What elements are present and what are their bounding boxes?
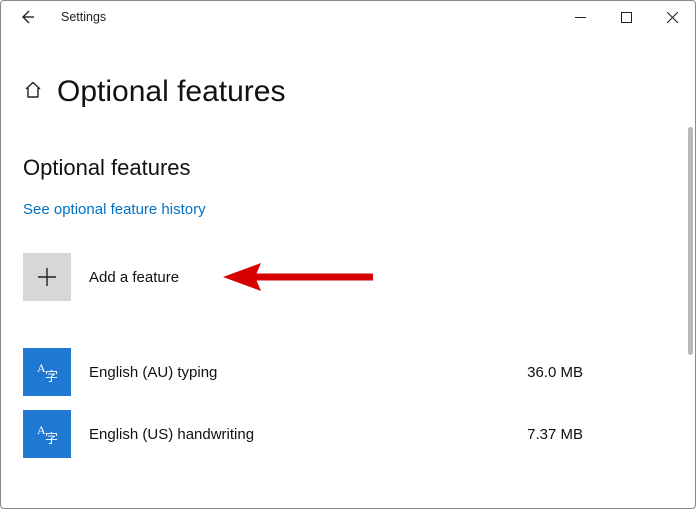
add-feature-label: Add a feature (89, 269, 179, 286)
maximize-icon (621, 12, 632, 23)
close-icon (667, 12, 678, 23)
language-icon: A字 (23, 410, 71, 458)
feature-size: 7.37 MB (527, 426, 583, 443)
maximize-button[interactable] (603, 1, 649, 33)
language-icon: A字 (23, 348, 71, 396)
minimize-icon (575, 12, 586, 23)
close-button[interactable] (649, 1, 695, 33)
section-title: Optional features (23, 155, 673, 181)
feature-item[interactable]: A字 English (AU) typing 36.0 MB (23, 341, 673, 403)
add-feature-row[interactable]: Add a feature (23, 253, 673, 301)
annotation-arrow (223, 259, 373, 295)
feature-item[interactable]: A字 English (US) handwriting 7.37 MB (23, 403, 673, 465)
add-feature-button[interactable] (23, 253, 71, 301)
svg-text:字: 字 (45, 431, 58, 446)
feature-list: A字 English (AU) typing 36.0 MB A字 Englis… (23, 341, 673, 465)
feature-history-link[interactable]: See optional feature history (23, 201, 206, 218)
page-heading: Optional features (23, 75, 673, 109)
page-title: Optional features (57, 75, 285, 109)
window-title: Settings (61, 10, 106, 24)
svg-text:字: 字 (45, 369, 58, 384)
content-area: Optional features Optional features See … (1, 33, 695, 465)
arrow-left-icon (19, 9, 35, 25)
feature-size: 36.0 MB (527, 364, 583, 381)
scrollbar-thumb[interactable] (688, 127, 693, 355)
back-button[interactable] (7, 1, 47, 33)
feature-name: English (US) handwriting (89, 426, 509, 443)
titlebar: Settings (1, 1, 695, 33)
home-icon[interactable] (23, 80, 43, 105)
plus-icon (36, 266, 58, 288)
feature-name: English (AU) typing (89, 364, 509, 381)
window-controls (557, 1, 695, 33)
minimize-button[interactable] (557, 1, 603, 33)
